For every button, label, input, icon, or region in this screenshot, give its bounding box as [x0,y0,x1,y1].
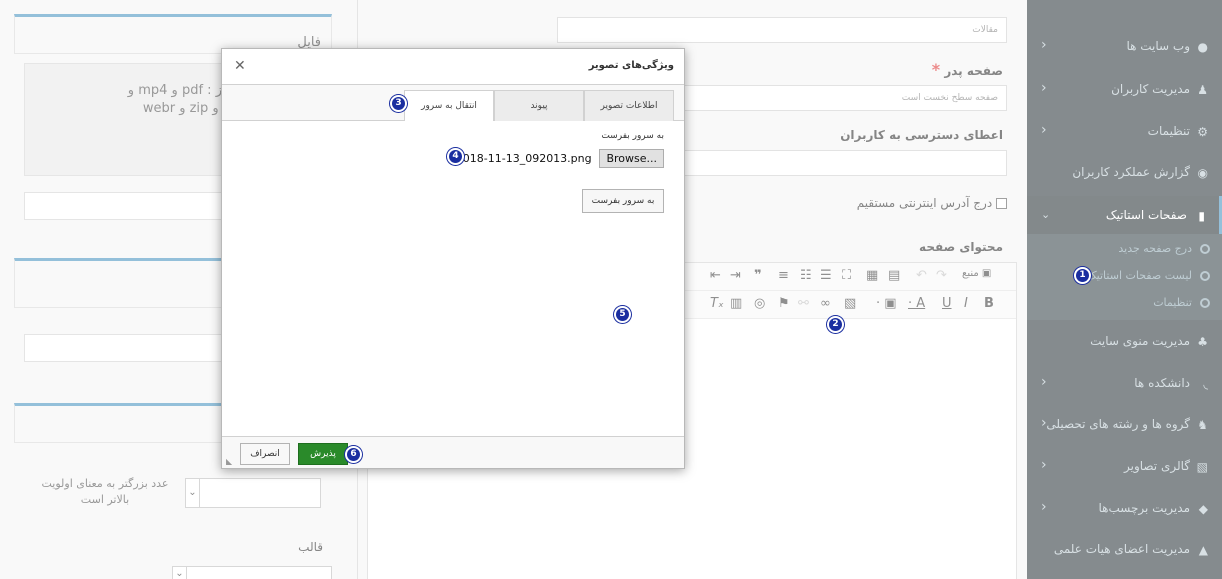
tab-upload[interactable]: انتقال به سرور [404,90,494,122]
image-properties-dialog: ویژگی‌های تصویر ✕ اطلاعات تصویر پیوند ان… [221,48,685,469]
cancel-button[interactable]: انصراف [240,443,290,465]
callout-1: 1 [1074,267,1091,284]
tab-link[interactable]: پیوند [494,90,584,121]
callout-6: 6 [345,446,362,463]
resize-handle-icon[interactable]: ◣ [226,457,232,466]
file-picker[interactable]: 2018-11-13_092013.png Browse... [456,149,664,168]
callout-2: 2 [827,316,844,333]
callout-3: 3 [390,95,407,112]
send-to-server-button[interactable]: به سرور بفرست [582,189,664,213]
callout-5: 5 [614,306,631,323]
selected-file-name: 2018-11-13_092013.png [455,152,592,165]
tab-image-info[interactable]: اطلاعات تصویر [584,90,674,121]
dialog-header: ویژگی‌های تصویر ✕ [222,49,684,85]
upload-label: به سرور بفرست [601,131,664,141]
dialog-footer: پذیرش انصراف ◣ [222,436,684,468]
close-icon[interactable]: ✕ [234,58,246,74]
dialog-tabs: اطلاعات تصویر پیوند انتقال به سرور [222,85,684,122]
browse-button[interactable]: Browse... [599,149,664,168]
callout-4: 4 [447,148,464,165]
dialog-title: ویژگی‌های تصویر [588,60,674,71]
upload-tab-panel: به سرور بفرست 2018-11-13_092013.png Brow… [222,121,684,439]
ok-button[interactable]: پذیرش [298,443,348,465]
